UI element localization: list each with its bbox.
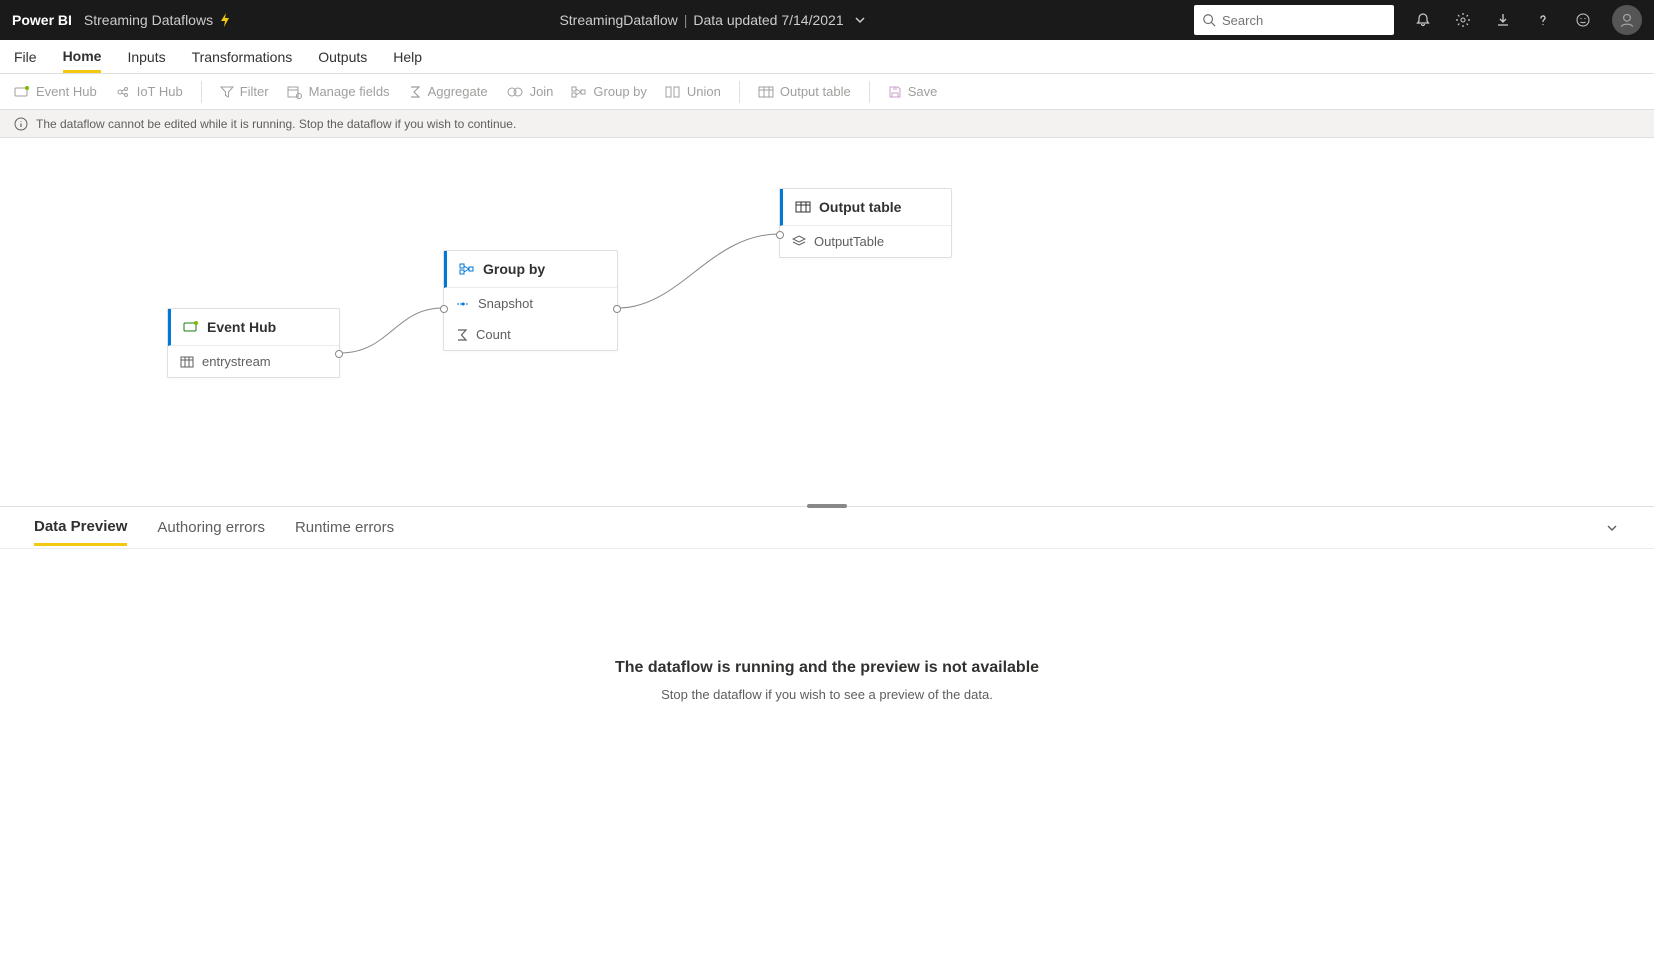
panel-resize-handle[interactable] — [807, 504, 847, 508]
tab-transformations[interactable]: Transformations — [192, 43, 293, 71]
download-icon[interactable] — [1492, 9, 1514, 31]
ribbon-output-table[interactable]: Output table — [758, 84, 851, 99]
feedback-icon[interactable] — [1572, 9, 1594, 31]
ribbon-filter[interactable]: Filter — [220, 84, 269, 99]
preview-title: The dataflow is running and the preview … — [0, 659, 1654, 677]
bottom-panel: Data Preview Authoring errors Runtime er… — [0, 506, 1654, 702]
node-event-hub[interactable]: Event Hub entrystream — [167, 308, 340, 378]
tab-help[interactable]: Help — [393, 43, 422, 71]
event-hub-icon — [183, 320, 199, 334]
node-field: Count — [476, 327, 511, 342]
ribbon-iot-hub[interactable]: IoT Hub — [115, 84, 183, 99]
layers-icon — [792, 235, 806, 249]
group-by-icon — [459, 262, 475, 276]
search-icon — [1202, 13, 1216, 27]
ribbon-group-by[interactable]: Group by — [571, 84, 646, 99]
tab-authoring-errors[interactable]: Authoring errors — [157, 511, 265, 544]
tab-file[interactable]: File — [14, 43, 37, 71]
output-port[interactable] — [613, 305, 621, 313]
breadcrumb[interactable]: StreamingDataflow | Data updated 7/14/20… — [231, 12, 1194, 28]
top-bar: Power BI Streaming Dataflows StreamingDa… — [0, 0, 1654, 40]
search-input[interactable] — [1222, 13, 1386, 28]
node-title: Output table — [819, 199, 901, 215]
output-table-icon — [795, 200, 811, 214]
node-field: Snapshot — [478, 296, 533, 311]
node-output-table[interactable]: Output table OutputTable — [779, 188, 952, 258]
separator: | — [684, 12, 688, 28]
subtitle-text: Streaming Dataflows — [84, 12, 213, 28]
node-field: OutputTable — [814, 234, 884, 249]
output-port[interactable] — [335, 350, 343, 358]
sigma-icon — [456, 329, 468, 341]
tab-inputs[interactable]: Inputs — [127, 43, 165, 71]
input-port[interactable] — [776, 231, 784, 239]
update-status: Data updated 7/14/2021 — [693, 12, 843, 28]
diagram-canvas[interactable]: Event Hub entrystream Group by Snapshot — [0, 138, 1654, 506]
preview-message: The dataflow is running and the preview … — [0, 659, 1654, 702]
ribbon-union[interactable]: Union — [665, 84, 721, 99]
main-tabs: File Home Inputs Transformations Outputs… — [0, 40, 1654, 74]
ribbon: Event Hub IoT Hub Filter Manage fields A… — [0, 74, 1654, 110]
node-title: Event Hub — [207, 319, 276, 335]
banner-text: The dataflow cannot be edited while it i… — [36, 117, 516, 131]
ribbon-event-hub[interactable]: Event Hub — [14, 84, 97, 99]
chevron-down-icon[interactable] — [854, 14, 866, 26]
input-port[interactable] — [440, 305, 448, 313]
tab-outputs[interactable]: Outputs — [318, 43, 367, 71]
bottom-tabs: Data Preview Authoring errors Runtime er… — [0, 507, 1654, 549]
search-box[interactable] — [1194, 5, 1394, 35]
tab-home[interactable]: Home — [63, 42, 102, 73]
table-icon — [180, 356, 194, 368]
snapshot-icon — [456, 298, 470, 310]
tab-data-preview[interactable]: Data Preview — [34, 510, 127, 546]
app-subtitle: Streaming Dataflows — [84, 12, 231, 28]
dataflow-name: StreamingDataflow — [559, 12, 677, 28]
brand-label: Power BI — [12, 12, 72, 28]
user-avatar[interactable] — [1612, 5, 1642, 35]
tab-runtime-errors[interactable]: Runtime errors — [295, 511, 394, 544]
node-title: Group by — [483, 261, 545, 277]
node-field: entrystream — [202, 354, 271, 369]
ribbon-aggregate[interactable]: Aggregate — [408, 84, 488, 99]
ribbon-manage-fields[interactable]: Manage fields — [287, 84, 390, 99]
preview-subtitle: Stop the dataflow if you wish to see a p… — [0, 687, 1654, 702]
collapse-panel-icon[interactable] — [1604, 520, 1620, 536]
ribbon-save[interactable]: Save — [888, 84, 938, 99]
notifications-icon[interactable] — [1412, 9, 1434, 31]
settings-icon[interactable] — [1452, 9, 1474, 31]
info-icon — [14, 117, 28, 131]
node-group-by[interactable]: Group by Snapshot Count — [443, 250, 618, 351]
info-banner: The dataflow cannot be edited while it i… — [0, 110, 1654, 138]
help-icon[interactable] — [1532, 9, 1554, 31]
lightning-icon — [219, 13, 231, 27]
ribbon-join[interactable]: Join — [506, 84, 554, 99]
